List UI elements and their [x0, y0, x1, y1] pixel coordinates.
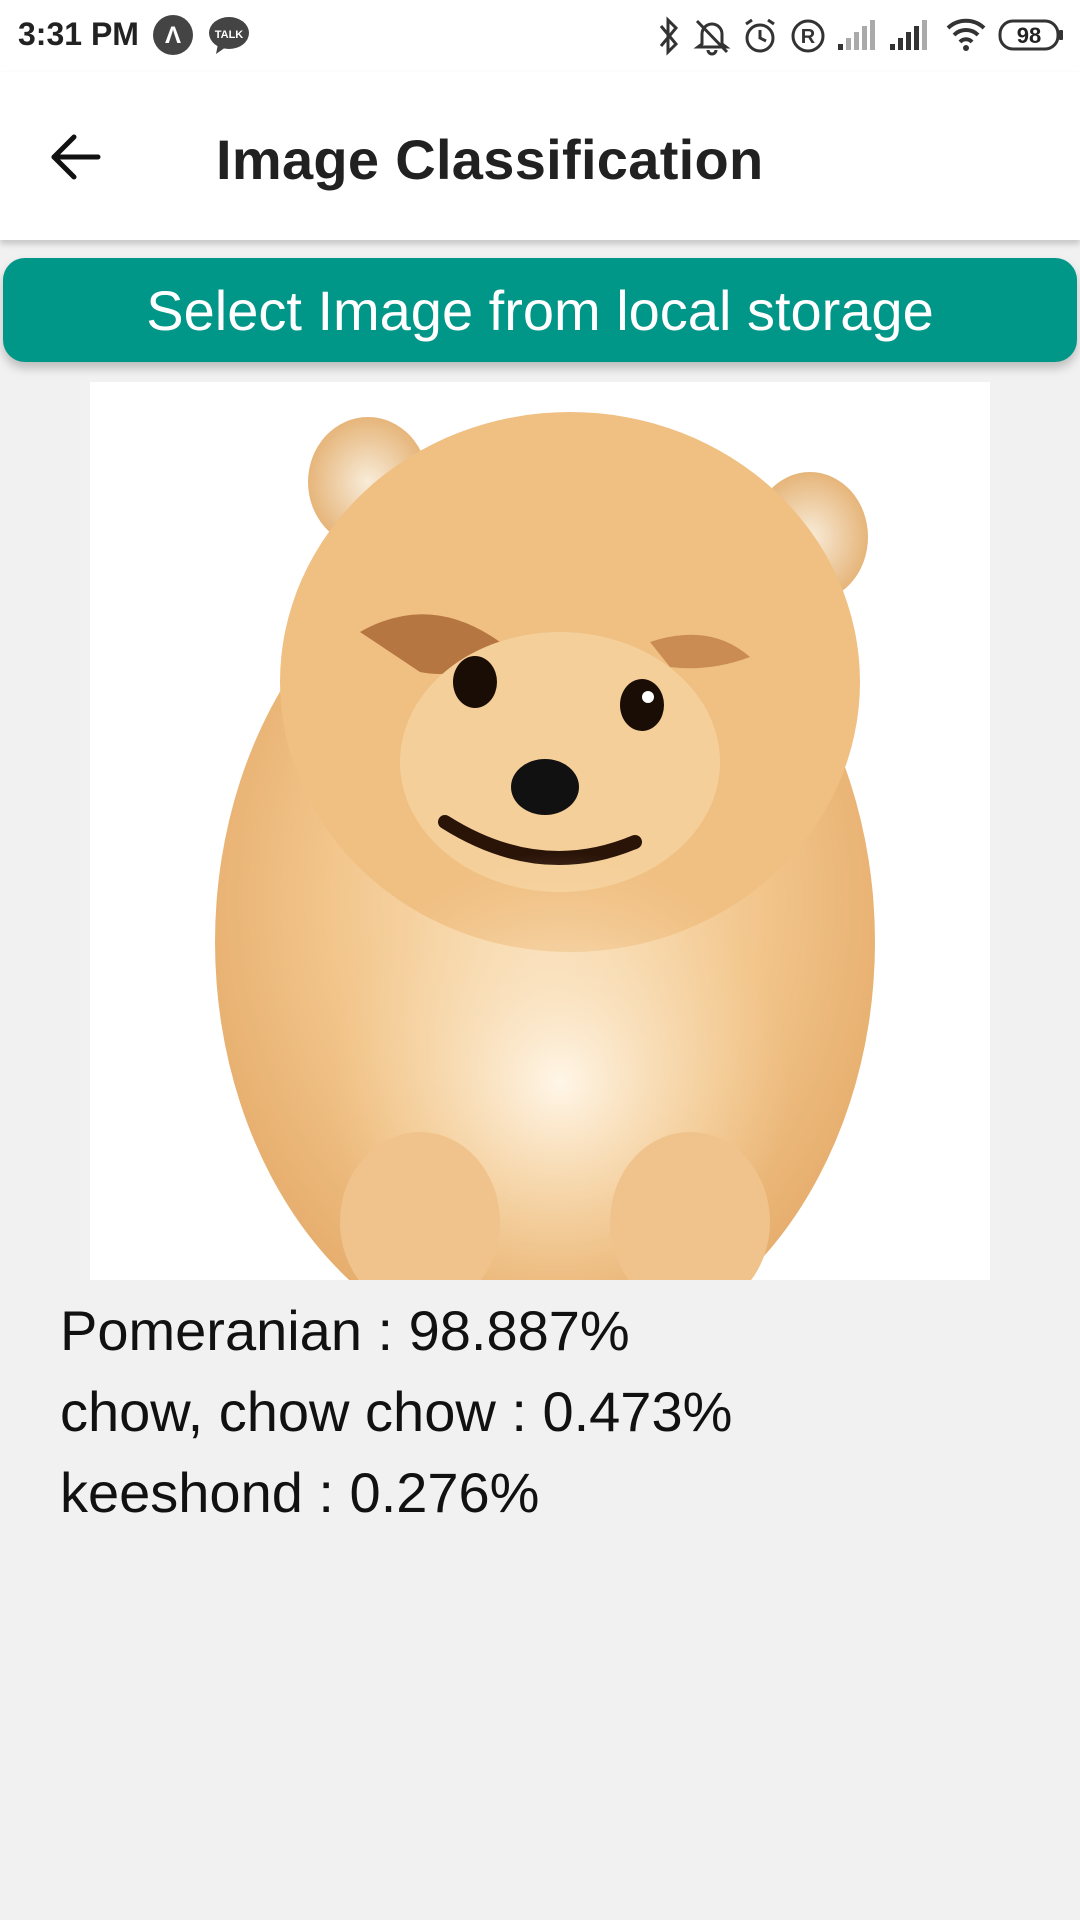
signal-icon [888, 16, 932, 57]
app-bar: Image Classification [0, 72, 1080, 240]
alarm-icon [740, 16, 780, 61]
svg-text:Λ: Λ [165, 22, 181, 49]
battery-icon: 98 [998, 18, 1066, 57]
svg-text:98: 98 [1017, 23, 1041, 48]
back-button[interactable] [40, 122, 110, 192]
muted-bell-icon [692, 16, 732, 61]
page-title: Image Classification [216, 128, 764, 191]
select-image-button[interactable]: Select Image from local storage [3, 258, 1077, 362]
status-time: 3:31 PM [18, 16, 139, 52]
result-item: chow, chow chow : 0.473% [60, 1380, 733, 1443]
selected-image-preview [90, 382, 990, 1280]
classification-results: Pomeranian : 98.887% chow, chow chow : 0… [60, 1290, 732, 1533]
svg-text:R: R [801, 26, 816, 48]
wifi-icon [944, 16, 988, 57]
registered-icon: R [788, 16, 828, 61]
app-notification-icon: Λ [152, 14, 194, 61]
talk-notification-icon: TALK [208, 14, 250, 61]
arrow-left-icon [51, 134, 101, 180]
dog-photo [90, 382, 990, 1280]
status-bar: 3:31 PM Λ TALK R 98 [0, 0, 1080, 72]
result-item: keeshond : 0.276% [60, 1461, 540, 1524]
svg-text:TALK: TALK [215, 29, 244, 41]
result-item: Pomeranian : 98.887% [60, 1299, 630, 1362]
bluetooth-icon [656, 16, 682, 61]
signal-icon [836, 16, 880, 57]
